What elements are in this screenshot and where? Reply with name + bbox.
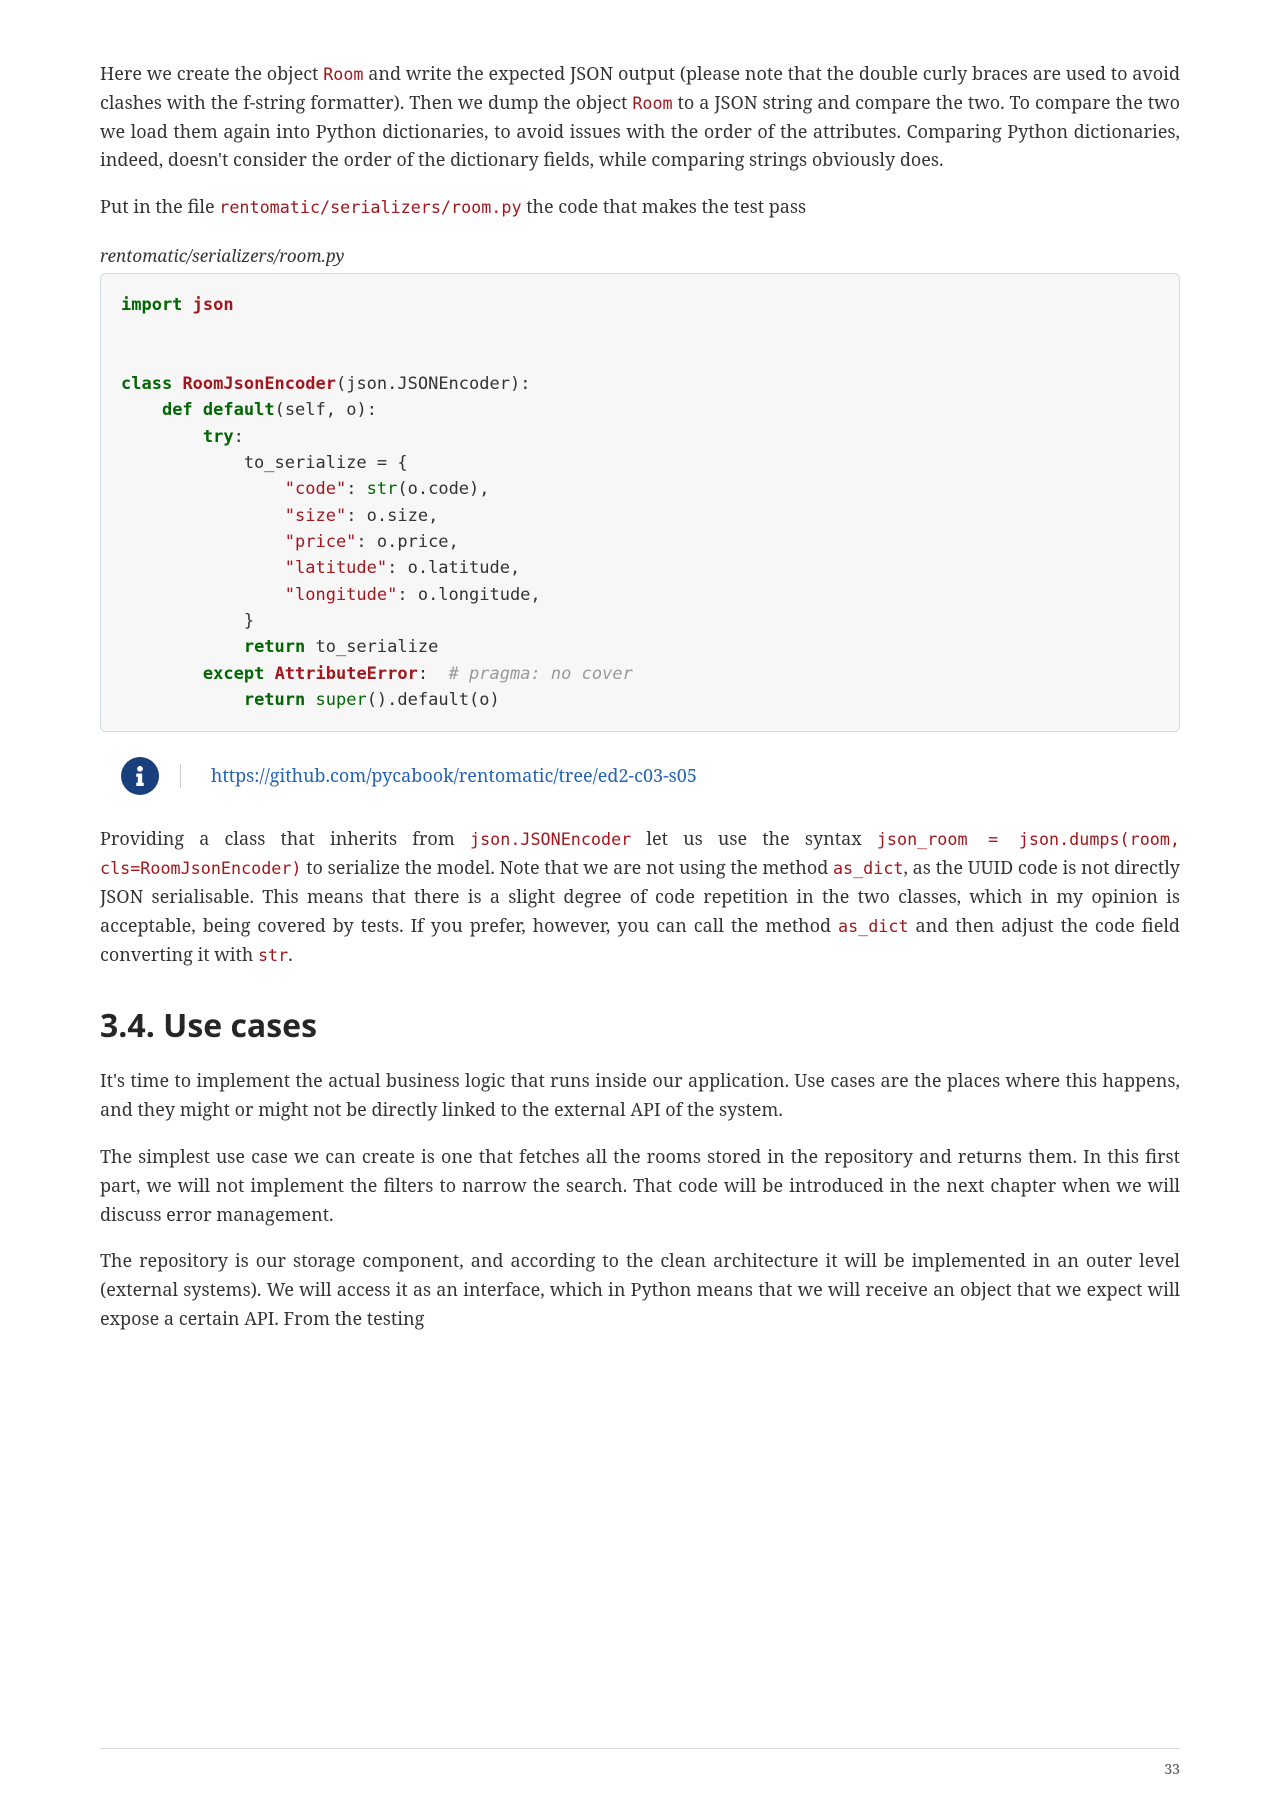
code-rest: : o.price,	[356, 532, 458, 552]
code-inline: as_dict	[833, 858, 904, 878]
code-block-title: rentomatic/serializers/room.py	[100, 244, 1180, 267]
code-rest: ().default(o)	[367, 690, 500, 710]
github-link[interactable]: https://github.com/pycabook/rentomatic/t…	[211, 764, 697, 788]
class-name: AttributeError	[275, 664, 418, 684]
info-admonition: https://github.com/pycabook/rentomatic/t…	[100, 757, 1180, 795]
code-rest: : o.size,	[346, 506, 438, 526]
string-literal: "longitude"	[285, 585, 398, 605]
code-rest: (o.code),	[397, 479, 489, 499]
keyword-def: def	[162, 400, 193, 420]
module-json: json	[193, 295, 234, 315]
paragraph-5: The simplest use case we can create is o…	[100, 1143, 1180, 1229]
code-rest: : o.longitude,	[397, 585, 540, 605]
comment: # pragma: no cover	[449, 664, 633, 684]
builtin-str: str	[367, 479, 398, 499]
code-rest: :	[418, 664, 449, 684]
paragraph-1: Here we create the object Room and write…	[100, 60, 1180, 175]
code-inline: str	[258, 945, 288, 965]
code-rest: (json.JSONEncoder):	[336, 374, 530, 394]
code-inline-room: Room	[323, 64, 363, 84]
keyword-return: return	[244, 690, 305, 710]
paragraph-3: Providing a class that inherits from jso…	[100, 825, 1180, 969]
text: the code that makes the test pass	[522, 195, 807, 219]
footer-divider	[100, 1748, 1180, 1749]
keyword-return: return	[244, 637, 305, 657]
section-heading: 3.4. Use cases	[100, 1004, 1180, 1047]
paragraph-2: Put in the file rentomatic/serializers/r…	[100, 193, 1180, 222]
paragraph-4: It's time to implement the actual busine…	[100, 1067, 1180, 1125]
info-icon	[121, 757, 159, 795]
code-line: to_serialize = {	[121, 453, 408, 473]
keyword-try: try	[203, 427, 234, 447]
class-name: RoomJsonEncoder	[182, 374, 336, 394]
code-inline: as_dict	[838, 916, 909, 936]
code-rest: (self, o):	[275, 400, 377, 420]
page-number: 33	[1164, 1760, 1180, 1779]
builtin-super: super	[316, 690, 367, 710]
paragraph-6: The repository is our storage component,…	[100, 1247, 1180, 1333]
code-rest: :	[234, 427, 244, 447]
keyword-class: class	[121, 374, 172, 394]
code-inline-path: rentomatic/serializers/room.py	[219, 197, 521, 217]
code-block: import json class RoomJsonEncoder(json.J…	[100, 273, 1180, 733]
admonition-content: https://github.com/pycabook/rentomatic/t…	[180, 764, 1180, 788]
string-literal: "code"	[285, 479, 346, 499]
code-rest: : o.latitude,	[387, 558, 520, 578]
keyword-except: except	[203, 664, 264, 684]
text: Put in the file	[100, 195, 219, 219]
admonition-icon-wrap	[100, 757, 180, 795]
string-literal: "size"	[285, 506, 346, 526]
text: .	[288, 943, 293, 967]
text: let us use the syntax	[631, 827, 877, 851]
string-literal: "latitude"	[285, 558, 387, 578]
text: Here we create the object	[100, 62, 323, 86]
code-inline-room: Room	[632, 93, 672, 113]
code-rest: to_serialize	[305, 637, 438, 657]
fn-name: default	[203, 400, 275, 420]
text: Providing a class that inherits from	[100, 827, 470, 851]
text: to serialize the model. Note that we are…	[302, 856, 833, 880]
code-line: }	[121, 611, 254, 631]
code-inline: json.JSONEncoder	[470, 829, 631, 849]
code-rest: :	[346, 479, 366, 499]
keyword-import: import	[121, 295, 182, 315]
string-literal: "price"	[285, 532, 357, 552]
